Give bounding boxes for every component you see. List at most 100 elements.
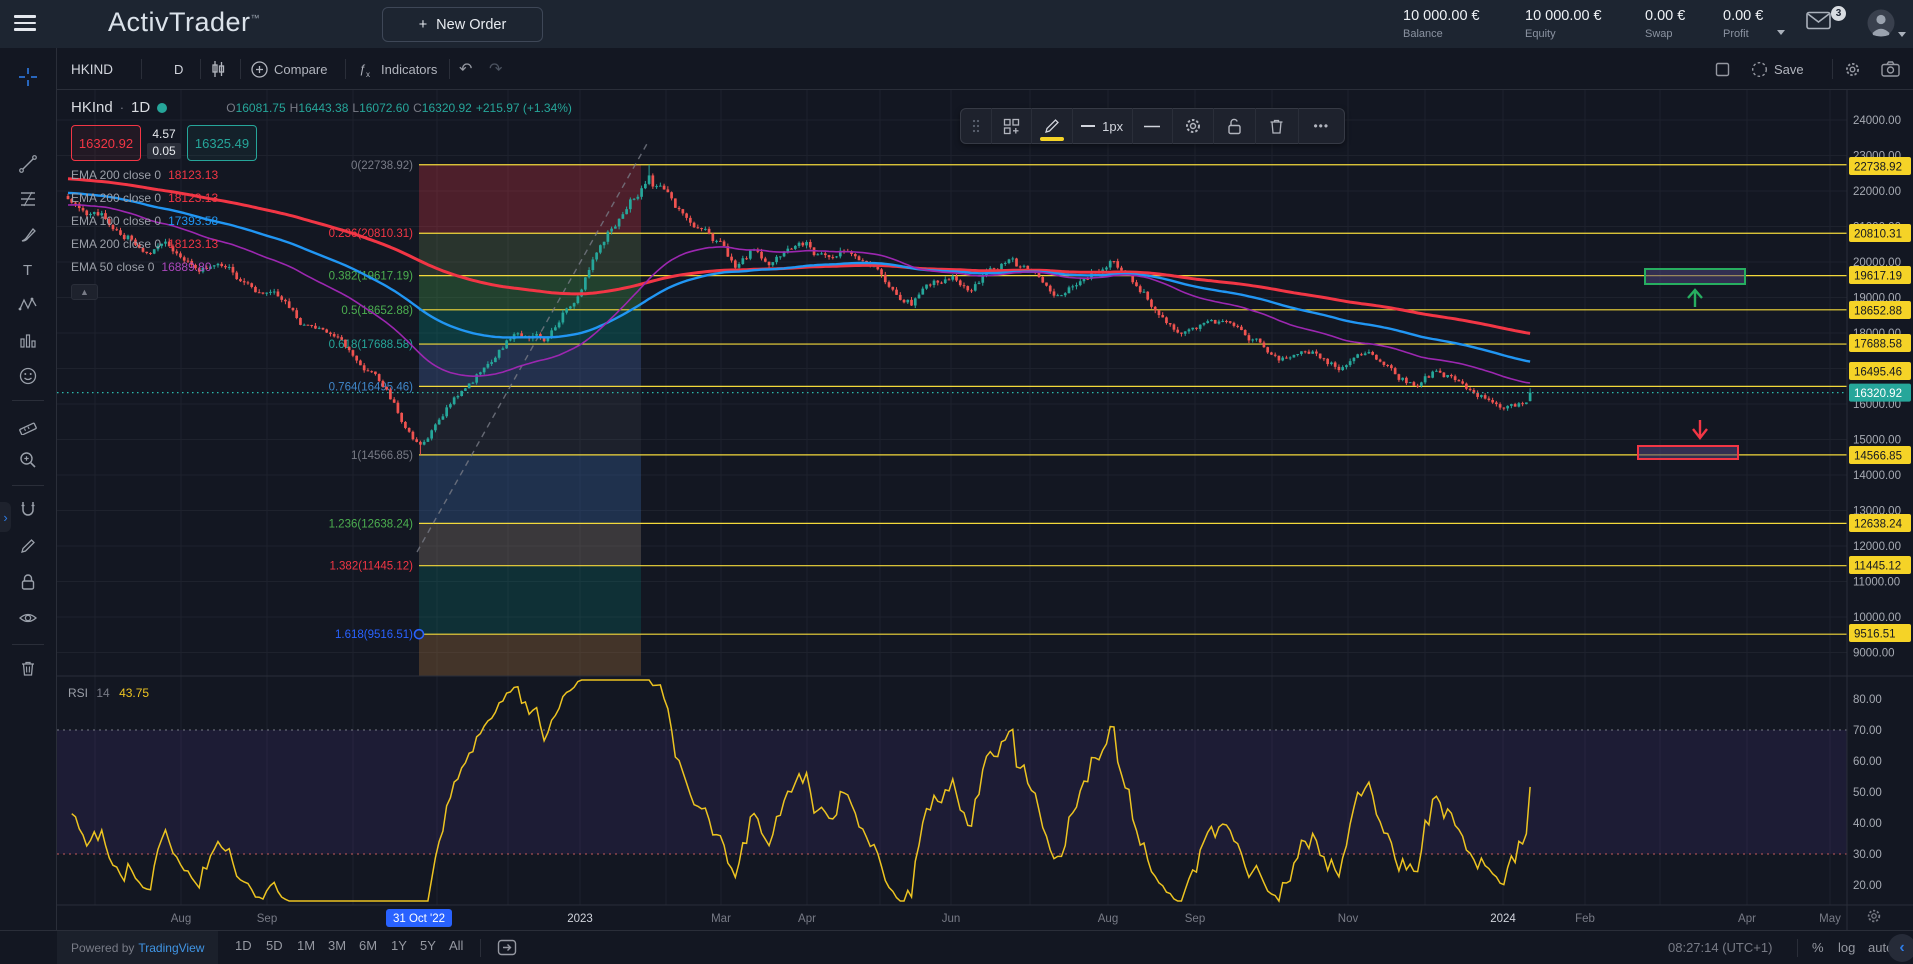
current-price-badge-label: 16320.92 — [1854, 388, 1902, 400]
gear-icon — [1844, 61, 1861, 78]
rsi-axis-label: 60.00 — [1853, 756, 1882, 768]
fib-band — [419, 455, 641, 523]
account-menu-button[interactable] — [1866, 8, 1906, 40]
fib-band — [419, 566, 641, 634]
time-axis-label: Sep — [257, 913, 277, 925]
range-3m[interactable]: 3M — [328, 938, 346, 953]
watchlist-expander[interactable]: › — [0, 502, 11, 532]
bottom-bar: Powered by TradingView 1D 5D 1M 3M 6M 1Y… — [0, 930, 1913, 964]
indicators-button[interactable]: ƒ x Indicators — [357, 48, 437, 90]
text-tool[interactable]: T — [11, 255, 45, 285]
fib-band — [419, 523, 641, 565]
price-axis[interactable]: 9000.0010000.0011000.0012000.0013000.001… — [1847, 90, 1913, 930]
range-1m[interactable]: 1M — [297, 938, 315, 953]
rsi-legend: RSI 14 43.75 — [68, 686, 149, 700]
save-sync-icon — [1751, 61, 1768, 78]
trend-line-tool[interactable] — [11, 149, 45, 179]
profit-stat: 0.00 €Profit — [1723, 8, 1763, 40]
time-axis-label: Mar — [711, 913, 731, 925]
line-color-button[interactable] — [1032, 108, 1071, 144]
symbol-selector[interactable]: HKIND — [71, 48, 113, 90]
log-scale-button[interactable]: log — [1838, 940, 1855, 955]
rsi-band — [57, 730, 1847, 854]
buy-button[interactable]: 16325.49 — [187, 125, 257, 161]
unlock-drawing-button[interactable] — [1214, 108, 1255, 144]
magnet-tool[interactable] — [11, 494, 45, 524]
trash-icon — [18, 658, 38, 678]
arrow-down-drawing[interactable] — [1693, 420, 1707, 438]
edit-drawing-tool[interactable] — [11, 531, 45, 561]
delete-drawing-button[interactable] — [1256, 108, 1297, 144]
fullscreen-button[interactable] — [1715, 48, 1730, 90]
time-axis-label: Nov — [1338, 913, 1359, 925]
range-5d[interactable]: 5D — [266, 938, 283, 953]
range-1d[interactable]: 1D — [235, 938, 252, 953]
arrow-up-drawing[interactable] — [1688, 290, 1702, 307]
line-width-button[interactable]: 1px — [1073, 108, 1132, 144]
menu-icon[interactable] — [14, 15, 36, 31]
tradingview-link[interactable]: TradingView — [138, 941, 204, 955]
forecast-tool[interactable] — [11, 326, 45, 356]
measure-tool[interactable] — [11, 410, 45, 440]
emoji-tool[interactable] — [11, 361, 45, 391]
crosshair-tool[interactable] — [11, 62, 45, 92]
clock[interactable]: 08:27:14 (UTC+1) — [1668, 940, 1772, 955]
drawing-settings-button[interactable] — [1173, 108, 1212, 144]
range-1y[interactable]: 1Y — [391, 938, 407, 953]
drawing-settings-toolbar: 1px ••• — [960, 108, 1345, 144]
hide-drawings-tool[interactable] — [11, 603, 45, 633]
range-6m[interactable]: 6M — [359, 938, 377, 953]
sell-button[interactable]: 16320.92 — [71, 125, 141, 161]
interval-selector[interactable]: D — [174, 48, 183, 90]
xabcd-icon — [18, 295, 38, 315]
time-axis-label: Aug — [171, 913, 191, 925]
time-axis-label: May — [1819, 913, 1841, 925]
more-options-button[interactable]: ••• — [1299, 108, 1344, 144]
redo-button[interactable]: ↷ — [489, 48, 502, 90]
svg-text:T: T — [23, 262, 32, 279]
object-tree-button[interactable] — [992, 108, 1031, 144]
messages-button[interactable]: 3 — [1806, 11, 1840, 37]
ohlc-values: O16081.75 H16443.38 L16072.60 C16320.92 … — [226, 101, 572, 115]
svg-text:x: x — [366, 70, 370, 78]
app-logo: ActivTrader™ — [108, 7, 260, 38]
line-style-button[interactable] — [1133, 108, 1172, 144]
brush-icon — [18, 225, 38, 245]
compare-button[interactable]: Compare — [251, 48, 327, 90]
legend-collapse-button[interactable]: ▲ — [71, 284, 98, 300]
profit-caret-icon[interactable] — [1777, 30, 1785, 35]
collapse-panel-button[interactable]: ‹ — [1888, 934, 1913, 962]
range-all[interactable]: All — [449, 938, 463, 953]
save-layout-button[interactable]: Save — [1751, 48, 1804, 90]
selected-color-swatch — [1040, 137, 1064, 141]
svg-text:ƒ: ƒ — [359, 62, 366, 76]
pencil-icon — [1043, 117, 1061, 135]
candlestick-icon — [209, 60, 227, 78]
undo-button[interactable]: ↶ — [459, 48, 472, 90]
new-order-button[interactable]: + New Order — [382, 7, 543, 42]
ema-legend-row: EMA 100 close 017393.58 — [71, 214, 572, 230]
go-to-date-button[interactable] — [497, 938, 517, 962]
toolbar-drag-handle[interactable] — [961, 108, 991, 144]
percent-scale-button[interactable]: % — [1812, 940, 1824, 955]
chart-settings-button[interactable] — [1844, 48, 1861, 90]
time-axis-settings-button[interactable] — [1866, 908, 1882, 929]
long-zone-box[interactable] — [1645, 269, 1745, 284]
lock-drawings-tool[interactable] — [11, 567, 45, 597]
ema-legend-row: EMA 200 close 018123.13 — [71, 237, 572, 253]
pattern-tool[interactable] — [11, 290, 45, 320]
chart-type-button[interactable] — [209, 48, 227, 90]
fib-axis-badge-label: 19617.19 — [1854, 271, 1902, 283]
short-zone-box[interactable] — [1638, 446, 1738, 459]
price-axis-label: 14000.00 — [1853, 470, 1901, 482]
fib-anchor-handle[interactable] — [415, 630, 424, 639]
rsi-axis-label: 80.00 — [1853, 694, 1882, 706]
range-5y[interactable]: 5Y — [420, 938, 436, 953]
fullscreen-icon — [1715, 62, 1730, 77]
time-axis[interactable]: AugSep31 Oct '222023MarAprJunAugSepNov20… — [171, 909, 1841, 927]
snapshot-button[interactable] — [1881, 48, 1900, 90]
fib-tool[interactable] — [11, 184, 45, 214]
zoom-tool[interactable] — [11, 445, 45, 475]
brush-tool[interactable] — [11, 220, 45, 250]
remove-drawings-tool[interactable] — [11, 653, 45, 683]
